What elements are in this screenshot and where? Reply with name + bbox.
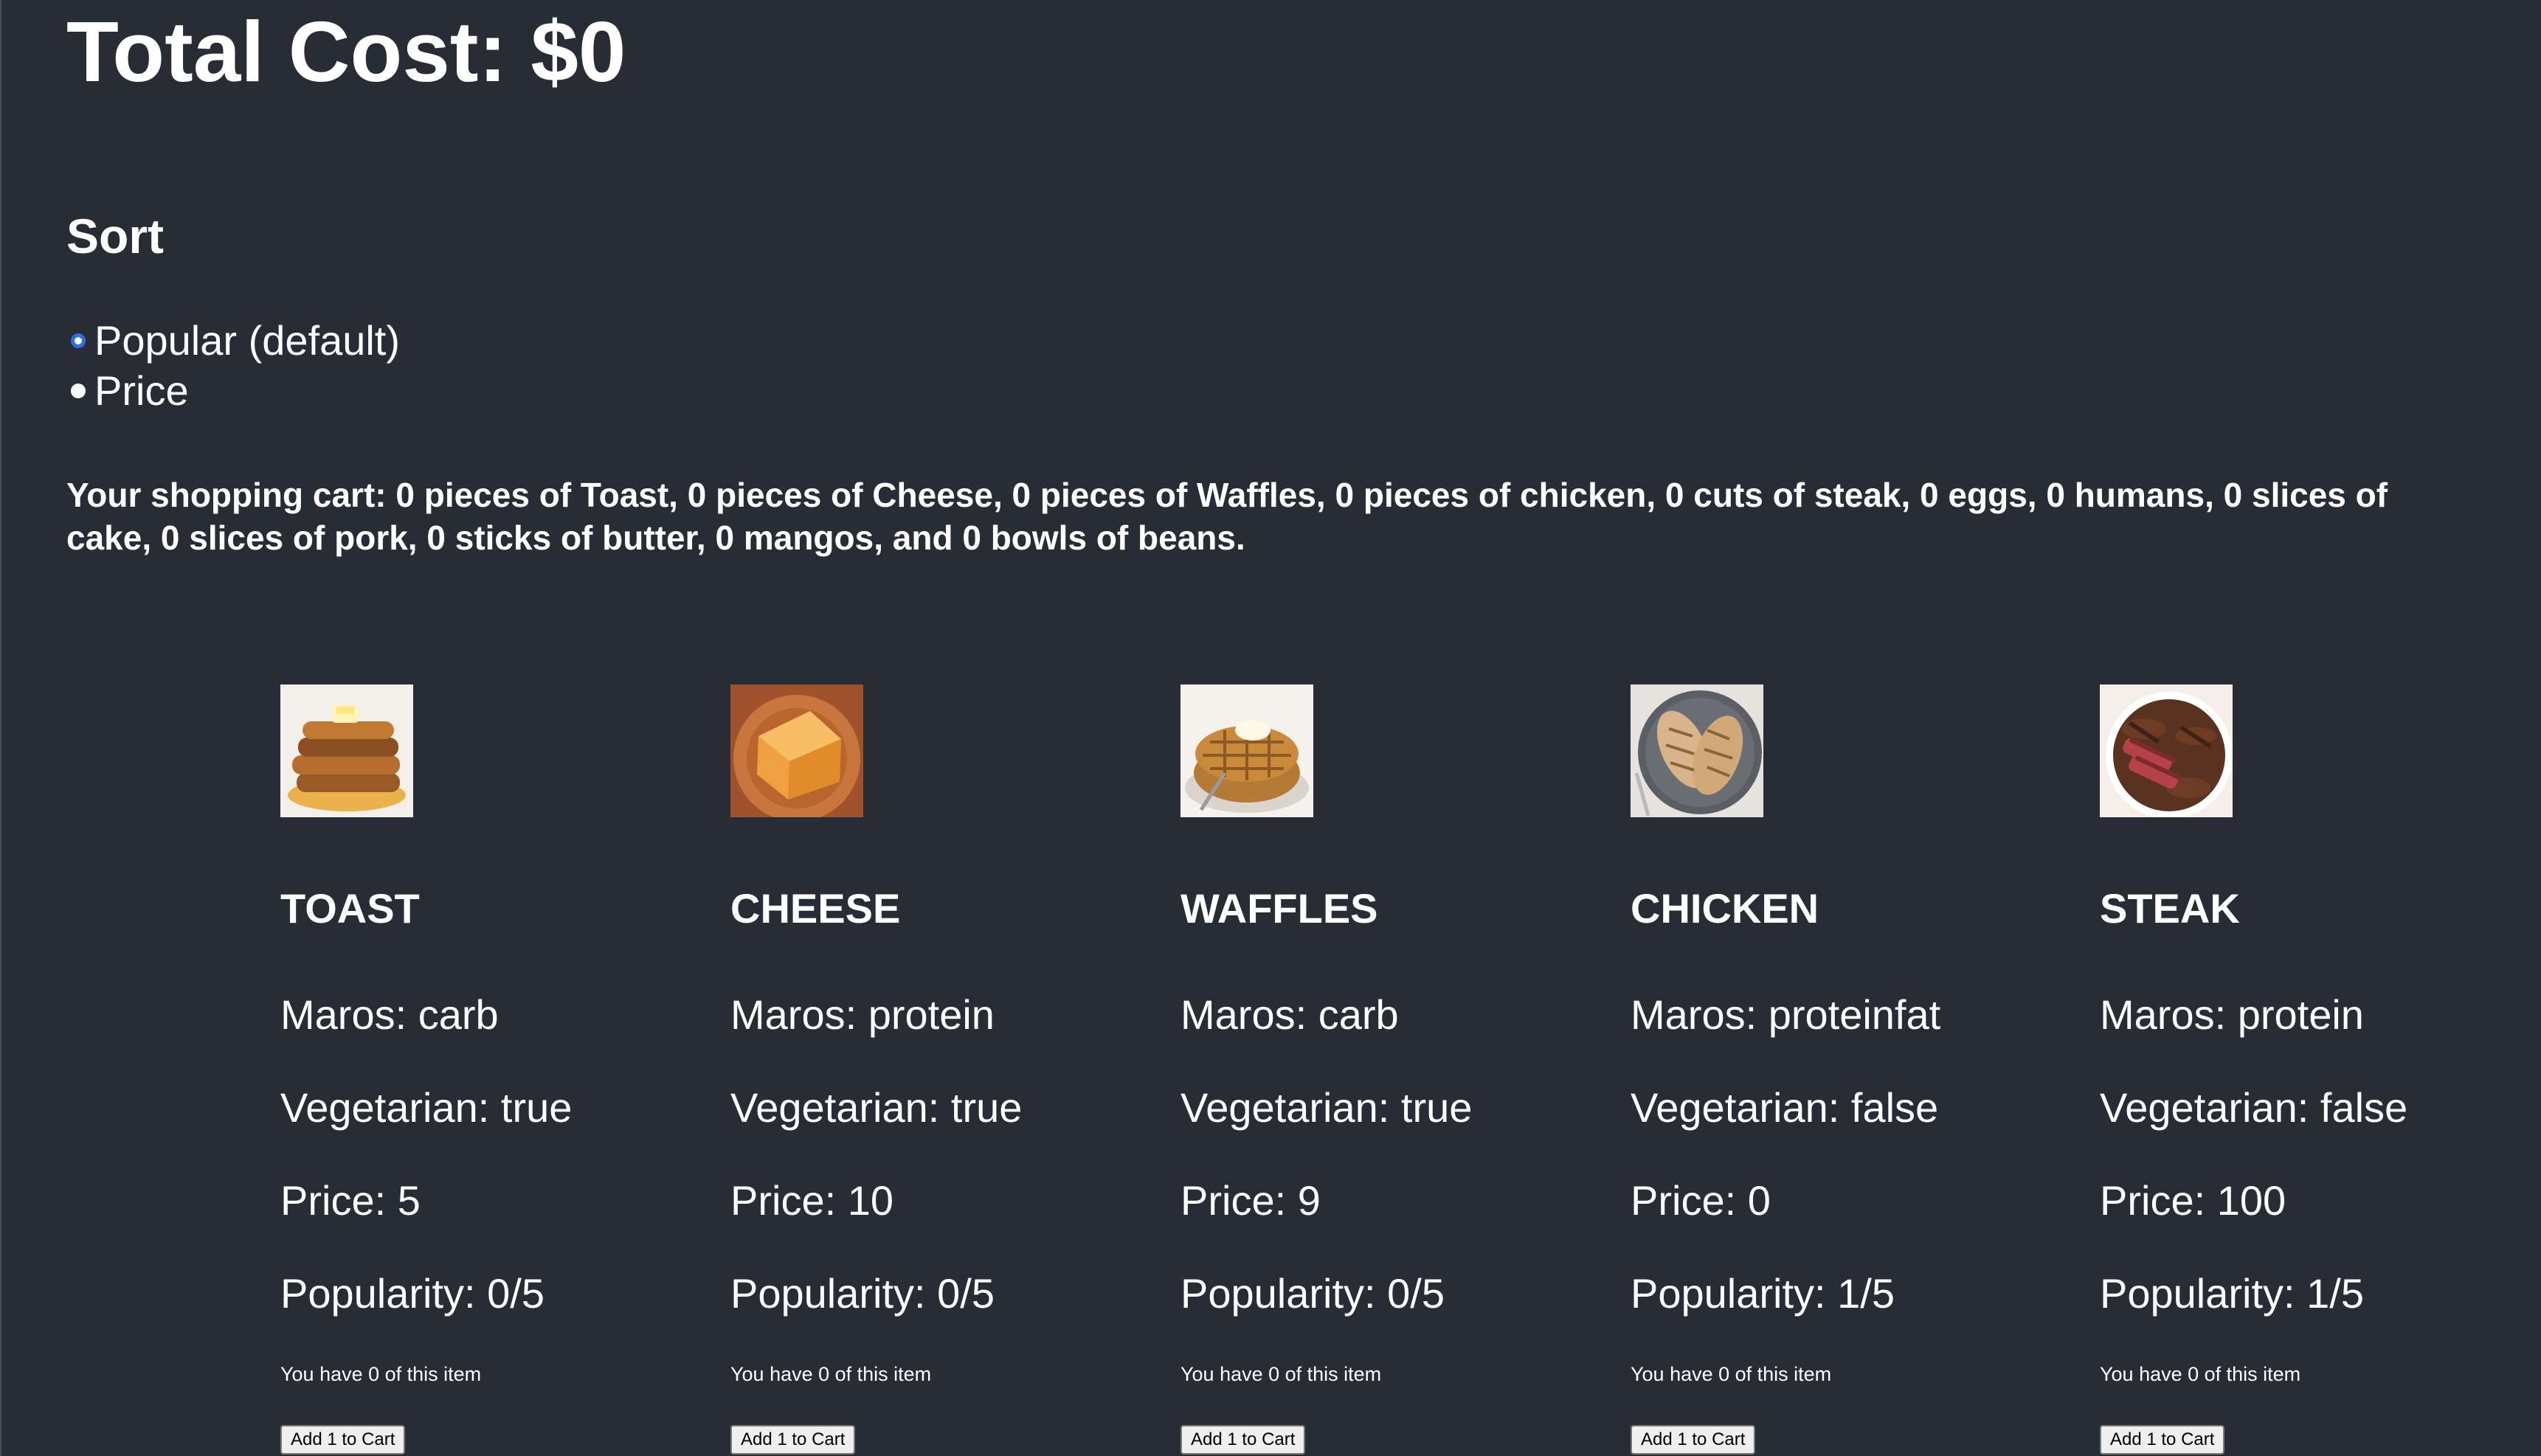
item-quantity-owned: You have 0 of this item bbox=[280, 1363, 482, 1385]
product-card-chicken: CHICKEN Maros: proteinfat Vegetarian: fa… bbox=[1631, 684, 2044, 1455]
sort-option-popular[interactable]: Popular (default) bbox=[71, 316, 400, 366]
item-name: TOAST bbox=[280, 885, 420, 932]
product-card-toast: TOAST Maros: carb Vegetarian: true Price… bbox=[280, 684, 694, 1455]
item-popularity: Popularity: 1/5 bbox=[1631, 1270, 1895, 1317]
item-macros: Maros: protein bbox=[2100, 991, 2364, 1038]
item-name: STEAK bbox=[2100, 885, 2240, 932]
product-card-waffles: WAFFLES Maros: carb Vegetarian: true Pri… bbox=[1180, 684, 1594, 1455]
waffles-image bbox=[1180, 684, 1313, 817]
add-to-cart-button[interactable]: Add 1 to Cart bbox=[280, 1425, 406, 1455]
item-quantity-owned: You have 0 of this item bbox=[2100, 1363, 2301, 1385]
item-price: Price: 9 bbox=[1180, 1177, 1321, 1224]
cart-summary: Your shopping cart: 0 pieces of Toast, 0… bbox=[66, 476, 2388, 557]
item-price: Price: 100 bbox=[2100, 1177, 2286, 1224]
item-name: CHICKEN bbox=[1631, 885, 1819, 932]
item-name: WAFFLES bbox=[1180, 885, 1378, 932]
add-to-cart-button[interactable]: Add 1 to Cart bbox=[730, 1425, 856, 1455]
item-price: Price: 10 bbox=[730, 1177, 893, 1224]
item-macros: Maros: protein bbox=[730, 991, 995, 1038]
item-popularity: Popularity: 0/5 bbox=[280, 1270, 544, 1317]
sort-option-price[interactable]: Price bbox=[71, 366, 400, 416]
french-toast-image bbox=[280, 684, 413, 817]
item-price: Price: 5 bbox=[280, 1177, 421, 1224]
item-vegetarian: Vegetarian: false bbox=[2100, 1084, 2408, 1131]
add-to-cart-button[interactable]: Add 1 to Cart bbox=[2100, 1425, 2225, 1455]
sort-options: Popular (default) Price bbox=[71, 316, 400, 416]
item-vegetarian: Vegetarian: false bbox=[1631, 1084, 1939, 1131]
item-macros: Maros: proteinfat bbox=[1631, 991, 1941, 1038]
total-cost-heading: Total Cost: $0 bbox=[66, 4, 626, 100]
item-quantity-owned: You have 0 of this item bbox=[730, 1363, 932, 1385]
item-popularity: Popularity: 1/5 bbox=[2100, 1270, 2364, 1317]
item-vegetarian: Vegetarian: true bbox=[1180, 1084, 1473, 1131]
item-name: CHEESE bbox=[730, 885, 901, 932]
item-quantity-owned: You have 0 of this item bbox=[1631, 1363, 1832, 1385]
sort-option-label: Popular (default) bbox=[94, 317, 401, 364]
item-quantity-owned: You have 0 of this item bbox=[1180, 1363, 1382, 1385]
item-price: Price: 0 bbox=[1631, 1177, 1771, 1224]
item-macros: Maros: carb bbox=[280, 991, 499, 1038]
product-card-cheese: CHEESE Maros: protein Vegetarian: true P… bbox=[730, 684, 1144, 1455]
sort-heading: Sort bbox=[66, 209, 164, 263]
chicken-image bbox=[1631, 684, 1763, 817]
add-to-cart-button[interactable]: Add 1 to Cart bbox=[1631, 1425, 1756, 1455]
item-macros: Maros: carb bbox=[1180, 991, 1399, 1038]
sort-option-label: Price bbox=[94, 367, 189, 414]
item-vegetarian: Vegetarian: true bbox=[280, 1084, 573, 1131]
add-to-cart-button[interactable]: Add 1 to Cart bbox=[1180, 1425, 1306, 1455]
product-card-steak: STEAK Maros: protein Vegetarian: false P… bbox=[2100, 684, 2513, 1455]
radio-unselected-icon[interactable] bbox=[71, 384, 86, 398]
steak-image bbox=[2100, 684, 2233, 817]
item-popularity: Popularity: 0/5 bbox=[730, 1270, 995, 1317]
radio-selected-icon[interactable] bbox=[71, 333, 86, 348]
item-vegetarian: Vegetarian: true bbox=[730, 1084, 1023, 1131]
window-edge bbox=[0, 0, 1, 1456]
cheese-image bbox=[730, 684, 863, 817]
item-popularity: Popularity: 0/5 bbox=[1180, 1270, 1445, 1317]
